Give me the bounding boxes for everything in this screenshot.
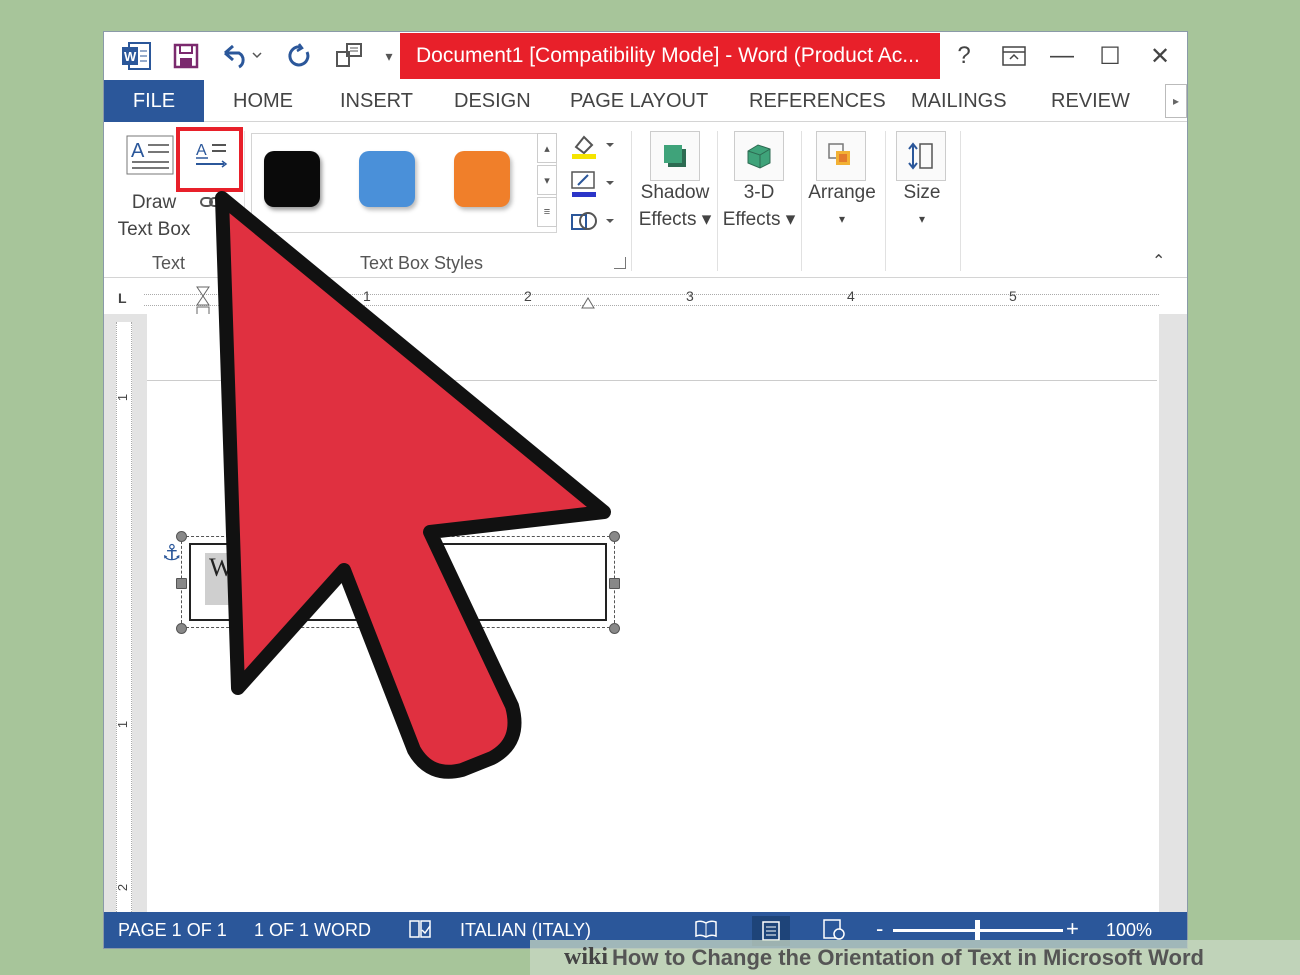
watermark: wiki How to Change the Orientation of Te…: [530, 940, 1300, 975]
pointer-arrow-icon: [215, 191, 611, 779]
watermark-brand: wiki: [564, 944, 609, 970]
watermark-title: How to Change the Orientation of Text in…: [612, 944, 1204, 970]
